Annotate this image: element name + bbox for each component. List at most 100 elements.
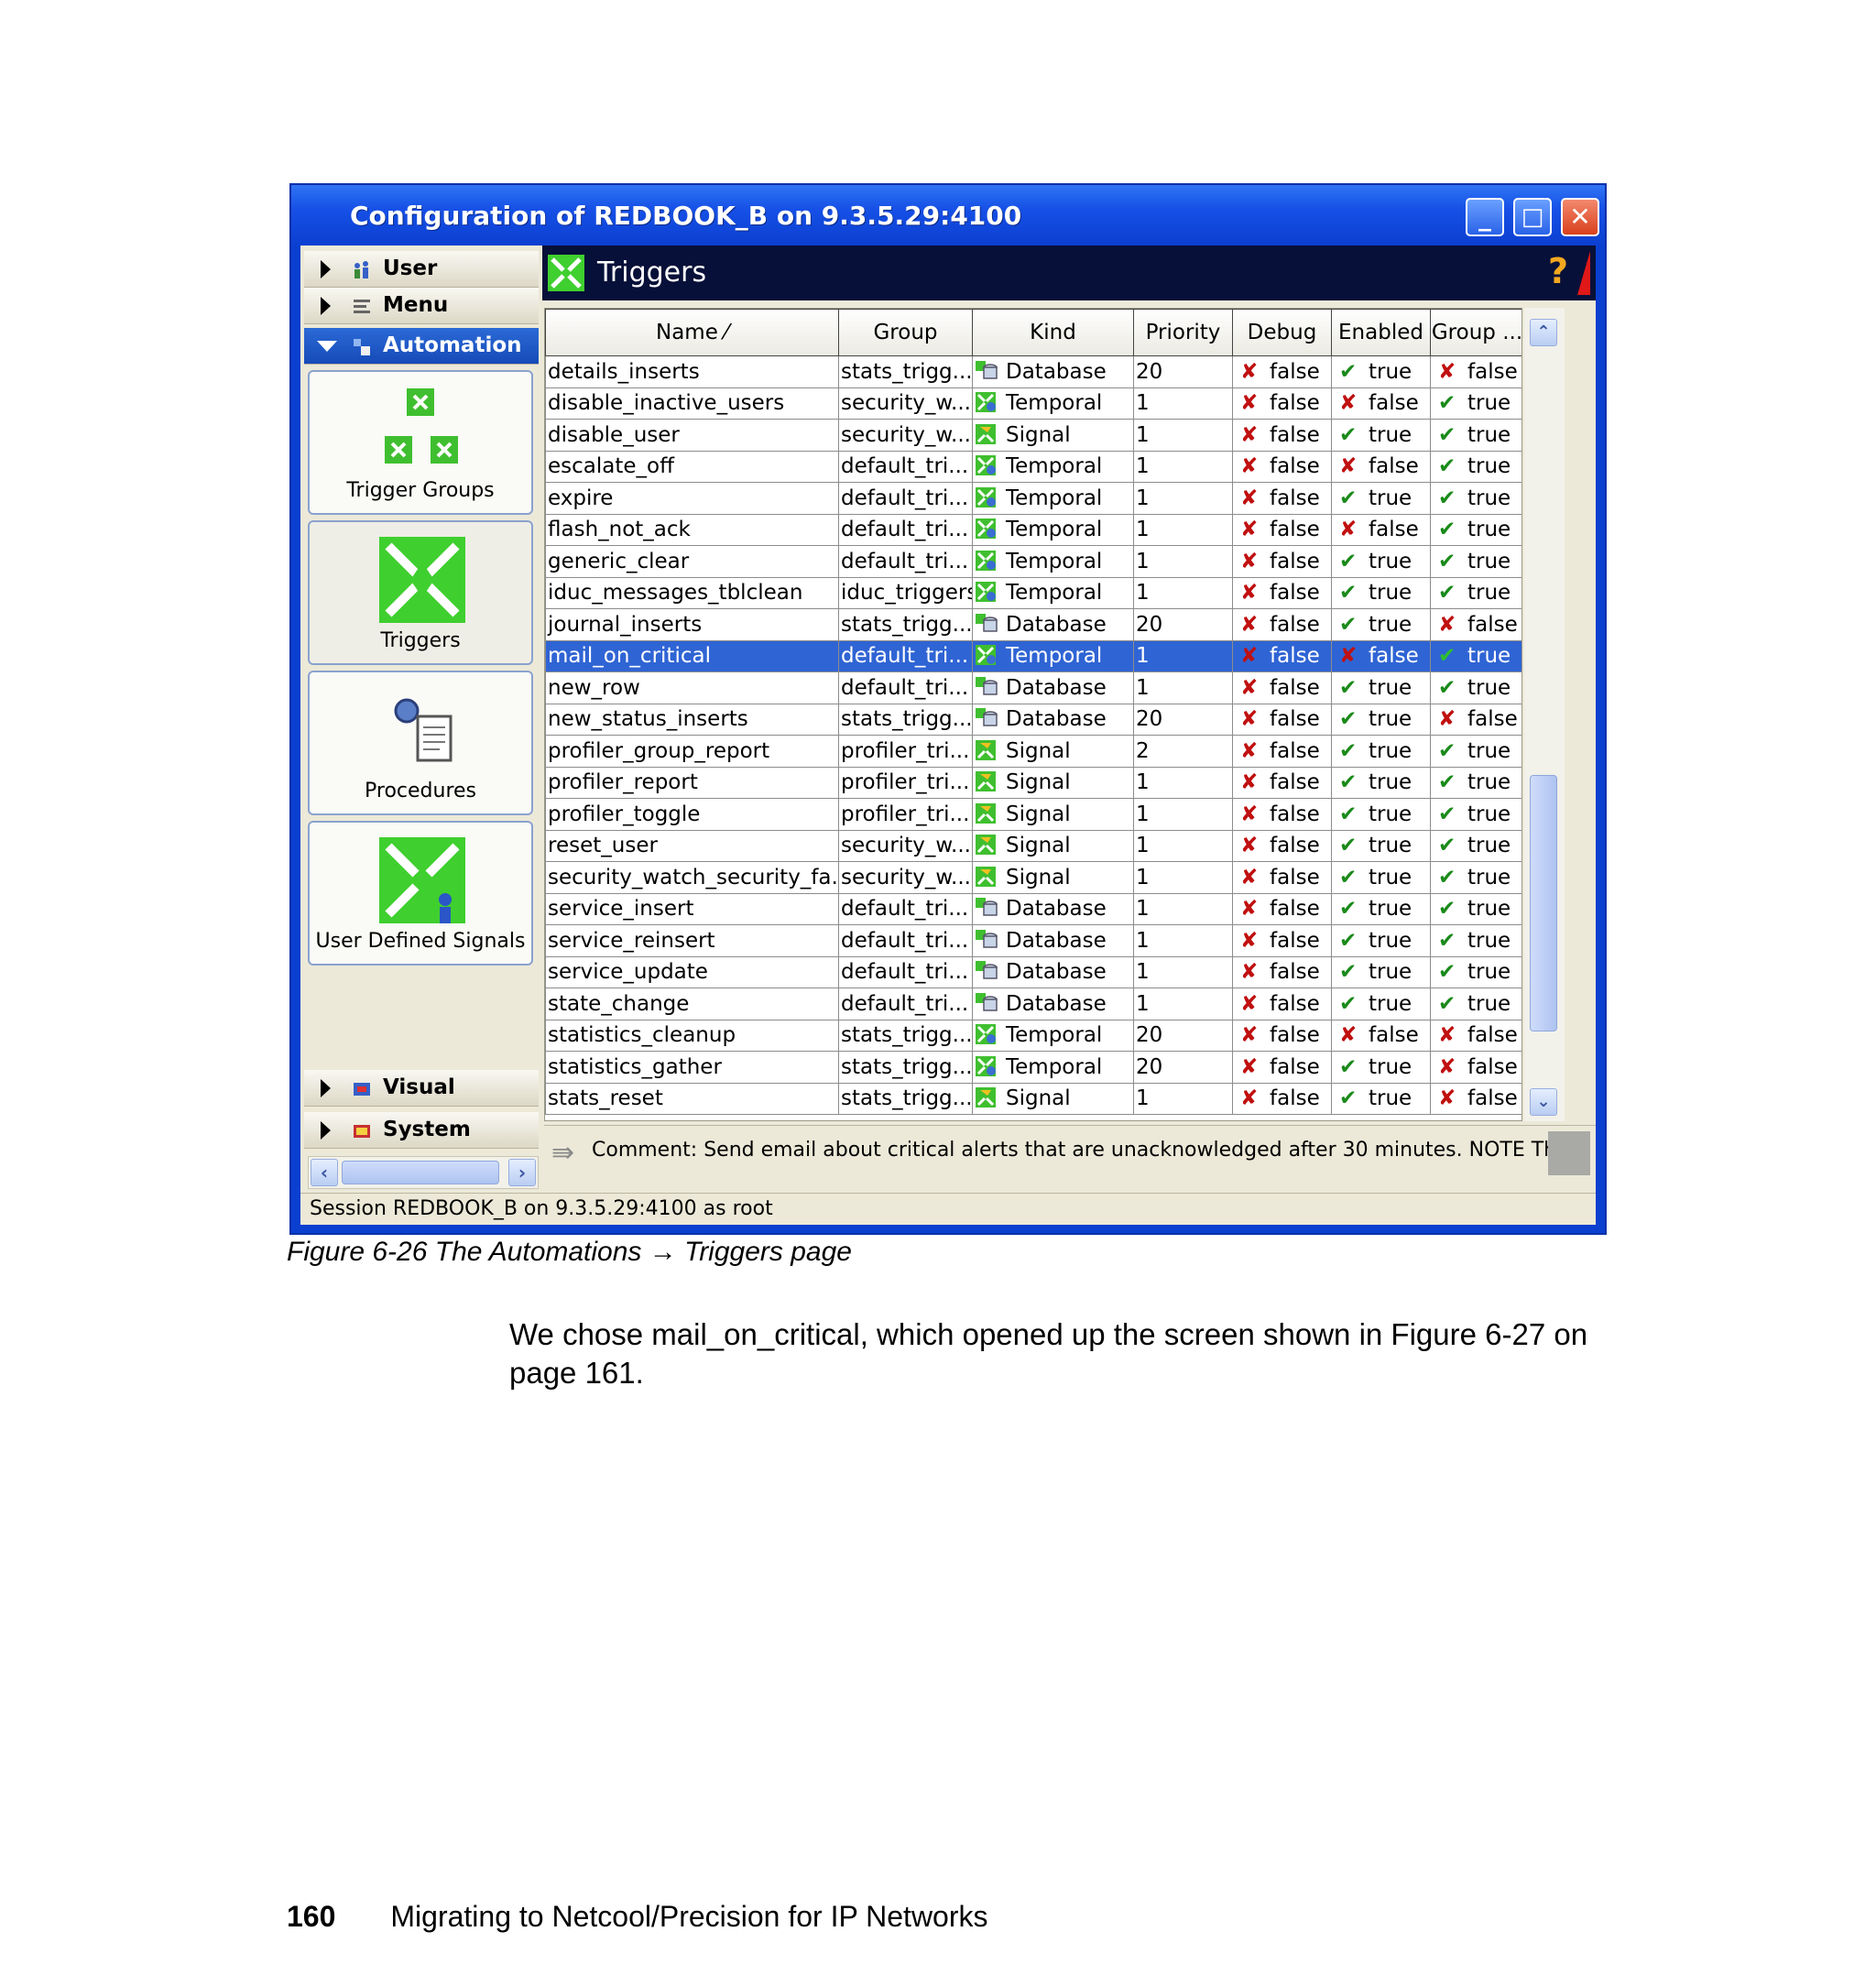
nav-item-user-defined-signals[interactable]: User Defined Signals [308, 821, 533, 966]
table-row[interactable]: flash_not_ack default_tri... Temporal 1 ✘ fal… [545, 513, 1522, 546]
cross-icon: ✘ [1339, 644, 1358, 669]
expand-arrow-icon [321, 297, 331, 315]
table-row[interactable]: statistics_gather stats_trigg... Temporal 2… [545, 1051, 1522, 1084]
table-row[interactable]: service_update default_tri... Database 1 ✘ fa… [545, 955, 1522, 988]
maximize-button[interactable]: □ [1513, 198, 1552, 236]
table-row[interactable]: security_watch_security_fa... security_w.… [545, 861, 1522, 894]
cell-kind: Temporal [972, 1051, 1134, 1084]
resize-grip-icon[interactable] [1548, 1131, 1590, 1175]
cross-icon: ✘ [1240, 549, 1259, 573]
column-header-debug[interactable]: Debug [1232, 309, 1332, 356]
group-enabled-value: false [1467, 707, 1518, 732]
help-icon[interactable]: ? [1548, 251, 1568, 291]
table-row[interactable]: mail_on_critical default_tri... Temporal 1 ✘… [545, 639, 1522, 672]
scroll-thumb[interactable] [1530, 775, 1557, 1031]
column-header-name[interactable]: Name ⁄ [545, 309, 839, 356]
column-header-priority[interactable]: Priority [1133, 309, 1233, 356]
nav-section-menu[interactable]: Menu [304, 288, 539, 324]
table-row[interactable]: service_insert default_tri... Database 1 ✘ fa… [545, 892, 1522, 925]
triggers-icon [379, 537, 465, 623]
kind-label: Temporal [1006, 644, 1103, 669]
table-row[interactable]: stats_reset stats_trigg... Signal 1 ✘ false ✔ t… [545, 1082, 1522, 1115]
cell-group: default_tri... [838, 482, 973, 515]
table-row[interactable]: profiler_group_report profiler_tri... Sign… [545, 735, 1522, 768]
enabled-value: true [1369, 897, 1412, 922]
table-row[interactable]: state_change default_tri... Database 1 ✘ fals… [545, 988, 1522, 1020]
cell-priority: 1 [1133, 924, 1233, 957]
table-row[interactable]: details_inserts stats_trigg... Database 20 ✘… [545, 355, 1522, 388]
cross-icon: ✘ [1240, 834, 1259, 858]
window-titlebar[interactable]: Configuration of REDBOOK_B on 9.3.5.29:4… [291, 185, 1605, 246]
nav-item-trigger-groups[interactable]: Trigger Groups [308, 370, 533, 515]
table-row[interactable]: reset_user security_w... Signal 1 ✘ false ✔ tru… [545, 829, 1522, 862]
cell-name: profiler_toggle [545, 798, 839, 831]
table-row[interactable]: profiler_report profiler_tri... Signal 1 ✘ fa… [545, 766, 1522, 799]
cell-debug: ✘ false [1232, 955, 1332, 988]
cell-name: reset_user [545, 829, 839, 862]
temporal-kind-icon [976, 582, 996, 603]
column-header-enabled[interactable]: Enabled [1331, 309, 1431, 356]
minimize-button[interactable]: _ [1466, 198, 1504, 236]
debug-value: false [1270, 991, 1320, 1016]
table-row[interactable]: iduc_messages_tblclean iduc_triggers Tempo… [545, 576, 1522, 609]
group-enabled-value: true [1467, 928, 1511, 953]
comment-text: Comment: Send email about critical alert… [592, 1139, 1592, 1162]
nav-section-automation[interactable]: Automation [304, 328, 539, 365]
column-header-group[interactable]: Group [838, 309, 973, 356]
cell-group-enabled: ✘ false [1430, 1082, 1522, 1115]
column-header-kind[interactable]: Kind [972, 309, 1134, 356]
scroll-left-icon[interactable]: ‹ [311, 1159, 338, 1186]
table-row[interactable]: escalate_off default_tri... Temporal 1 ✘ fals… [545, 450, 1522, 483]
scroll-up-icon[interactable]: ⌃ [1530, 319, 1557, 346]
cell-group-enabled: ✘ false [1430, 608, 1522, 641]
table-row[interactable]: expire default_tri... Temporal 1 ✘ false ✔ true… [545, 482, 1522, 515]
table-row[interactable]: new_row default_tri... Database 1 ✘ false ✔ tru… [545, 671, 1522, 704]
table-row[interactable]: statistics_cleanup stats_trigg... Temporal… [545, 1019, 1522, 1052]
cell-name: details_inserts [545, 355, 839, 388]
table-row[interactable]: generic_clear default_tri... Temporal 1 ✘ fal… [545, 545, 1522, 578]
table-row[interactable]: disable_inactive_users security_w... Tempo… [545, 387, 1522, 420]
cell-group-enabled: ✔ true [1430, 482, 1522, 515]
cell-kind: Temporal [972, 1019, 1134, 1052]
cell-group: security_w... [838, 387, 973, 420]
table-row[interactable]: service_reinsert default_tri... Database 1 ✘… [545, 924, 1522, 957]
kind-label: Database [1006, 897, 1107, 922]
nav-section-user[interactable]: User [304, 251, 539, 288]
group-enabled-value: true [1467, 422, 1511, 447]
cell-priority: 1 [1133, 576, 1233, 609]
nav-section-system[interactable]: System [304, 1112, 539, 1149]
check-icon: ✔ [1339, 486, 1358, 510]
table-row[interactable]: journal_inserts stats_trigg... Database 20 ✘… [545, 608, 1522, 641]
nav-horizontal-scrollbar[interactable]: ‹ › [308, 1156, 539, 1189]
cross-icon: ✘ [1240, 928, 1259, 953]
cell-name: profiler_group_report [545, 735, 839, 768]
cell-debug: ✘ false [1232, 703, 1332, 736]
scroll-down-icon[interactable]: ⌄ [1530, 1088, 1557, 1116]
cell-debug: ✘ false [1232, 924, 1332, 957]
group-enabled-value: false [1467, 1054, 1518, 1079]
comment-bar: ⇛ Comment: Send email about critical ale… [544, 1125, 1596, 1181]
cross-icon: ✘ [1438, 612, 1456, 637]
debug-value: false [1270, 802, 1320, 826]
nav-section-visual[interactable]: Visual [304, 1070, 539, 1107]
cell-group-enabled: ✔ true [1430, 766, 1522, 799]
window-title: Configuration of REDBOOK_B on 9.3.5.29:4… [350, 201, 1022, 231]
expand-arrow-icon [321, 1121, 331, 1140]
cell-enabled: ✔ true [1331, 355, 1431, 388]
cell-debug: ✘ false [1232, 513, 1332, 546]
check-icon: ✔ [1339, 581, 1358, 606]
status-text: Session REDBOOK_B on 9.3.5.29:4100 as ro… [310, 1197, 773, 1220]
column-header-group-enabled[interactable]: Group ... [1430, 309, 1522, 356]
users-icon [354, 261, 368, 278]
cell-priority: 20 [1133, 703, 1233, 736]
table-vertical-scrollbar[interactable]: ⌃ ⌄ [1524, 308, 1565, 1121]
cell-priority: 1 [1133, 861, 1233, 894]
table-row[interactable]: disable_user security_w... Signal 1 ✘ false ✔ t… [545, 419, 1522, 452]
scroll-right-icon[interactable]: › [508, 1159, 536, 1186]
close-button[interactable]: ✕ [1561, 198, 1599, 236]
table-row[interactable]: profiler_toggle profiler_tri... Signal 1 ✘ fa… [545, 798, 1522, 831]
nav-item-triggers[interactable]: Triggers [308, 520, 533, 665]
nav-item-procedures[interactable]: Procedures [308, 671, 533, 815]
scroll-thumb[interactable] [342, 1161, 499, 1184]
table-row[interactable]: new_status_inserts stats_trigg... Database… [545, 703, 1522, 736]
